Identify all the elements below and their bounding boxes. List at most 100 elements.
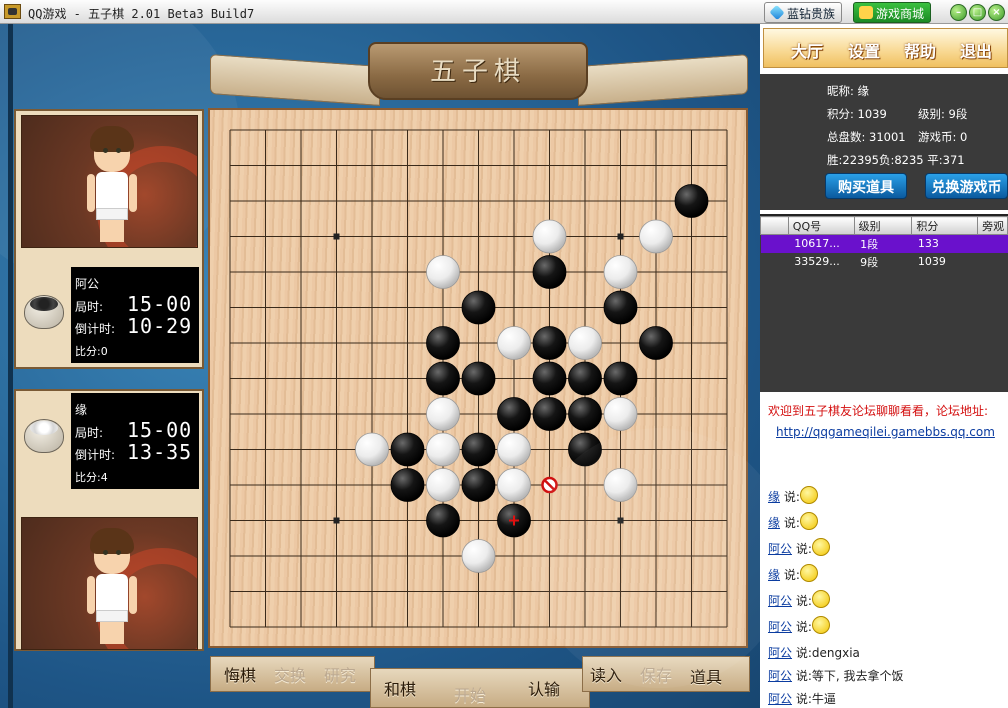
row-qq: 33529... <box>794 255 840 268</box>
close-button[interactable]: × <box>988 4 1005 21</box>
white-stone <box>568 326 602 360</box>
chat-message: 阿公 说: <box>768 615 830 637</box>
column-header-spectate[interactable]: 旁观 <box>977 216 1008 235</box>
chat-said: 说: <box>792 620 812 634</box>
star-point <box>617 233 624 240</box>
chat-message: 阿公 说:等下, 我去拿个饭 <box>768 667 904 684</box>
nav-exit[interactable]: 退出 <box>960 38 992 62</box>
column-header-icon[interactable] <box>760 216 789 235</box>
start-button[interactable]: 开始 <box>454 682 486 706</box>
undo-button[interactable]: 悔棋 <box>224 662 256 686</box>
tools-button[interactable]: 道具 <box>690 664 722 688</box>
swap-button[interactable]: 交换 <box>274 662 306 686</box>
row-points: 1039 <box>917 255 946 268</box>
game-time-value: 15-00 <box>127 292 193 316</box>
row-level: 1段 <box>854 234 912 253</box>
black-stone <box>497 397 531 431</box>
restore-button[interactable]: □ <box>969 4 986 21</box>
nav-lobby[interactable]: 大厅 <box>791 38 823 62</box>
white-stone <box>355 432 389 467</box>
black-stone <box>532 361 567 396</box>
white-stone <box>532 219 567 254</box>
player-table: QQ号 级别 积分 旁观 10617... 1段 133 33529... 9段… <box>760 216 1008 271</box>
black-stone <box>461 290 496 325</box>
board-grid[interactable] <box>210 110 746 646</box>
chat-log: 欢迎到五子棋友论坛聊聊看看，论坛地址: http://qqgameqilei.g… <box>760 392 1008 708</box>
white-stone <box>461 539 496 573</box>
chat-said: 说: <box>792 692 812 706</box>
star-point <box>617 517 624 524</box>
chat-said: 说: <box>792 542 812 556</box>
black-stone <box>532 397 567 431</box>
black-stone-bowl-icon <box>24 291 64 329</box>
smiley-icon <box>799 511 818 530</box>
countdown-label: 倒计时: <box>75 448 116 462</box>
nav-settings[interactable]: 设置 <box>848 38 880 62</box>
bag-icon <box>859 6 873 19</box>
white-stone <box>426 468 460 502</box>
chat-username[interactable]: 阿公 <box>768 542 792 556</box>
row-qq: 10617... <box>788 234 855 253</box>
smiley-icon <box>799 563 818 582</box>
minimize-button[interactable]: – <box>950 4 967 21</box>
mall-label: 游戏商城 <box>876 7 925 21</box>
chat-username[interactable]: 阿公 <box>768 669 792 683</box>
chat-message: 缘 说: <box>768 563 818 585</box>
table-row[interactable]: 33529... 9段 1039 <box>761 253 1008 271</box>
table-row[interactable]: 10617... 1段 133 <box>760 234 1008 253</box>
gomoku-board[interactable] <box>208 108 748 648</box>
black-stone <box>426 503 460 538</box>
white-stone <box>639 219 673 254</box>
row-points: 133 <box>911 234 978 253</box>
chat-text: 牛逼 <box>811 692 836 706</box>
save-button[interactable]: 保存 <box>640 662 672 686</box>
player-score: 比分:4 <box>75 471 108 484</box>
vip-button[interactable]: 蓝钻贵族 <box>764 2 843 23</box>
black-stone <box>426 361 460 396</box>
white-stone <box>497 432 531 467</box>
black-stone <box>532 255 567 289</box>
chat-username[interactable]: 阿公 <box>768 646 792 660</box>
chat-said: 说: <box>780 490 800 504</box>
column-header-qq[interactable]: QQ号 <box>787 216 855 235</box>
black-stone <box>603 290 638 325</box>
white-stone <box>603 468 638 502</box>
buy-items-button[interactable]: 购买道具 <box>825 173 907 199</box>
chat-message: 阿公 说:dengxia <box>768 644 860 661</box>
player-avatar[interactable] <box>21 115 198 248</box>
player-avatar[interactable] <box>21 517 198 650</box>
black-stone <box>461 468 496 502</box>
game-mall-button[interactable]: 游戏商城 <box>853 2 932 23</box>
player-list: QQ号 级别 积分 旁观 10617... 1段 133 33529... 9段… <box>760 214 1008 582</box>
white-stone <box>497 326 531 360</box>
chat-username[interactable]: 阿公 <box>768 692 792 706</box>
black-stone <box>568 361 602 396</box>
chat-username[interactable]: 阿公 <box>768 620 792 634</box>
minimize-icon: – <box>956 7 961 18</box>
game-time-value: 15-00 <box>127 418 193 442</box>
black-stone <box>568 397 602 431</box>
load-button[interactable]: 读入 <box>590 662 622 686</box>
resign-button[interactable]: 认输 <box>528 676 560 700</box>
nav-help[interactable]: 帮助 <box>904 38 936 62</box>
chat-message: 阿公 说: <box>768 589 830 611</box>
chat-username[interactable]: 阿公 <box>768 594 792 608</box>
chat-username[interactable]: 缘 <box>768 516 780 530</box>
avatar-figure <box>84 126 140 246</box>
chat-username[interactable]: 缘 <box>768 568 780 582</box>
exchange-coins-button[interactable]: 兑换游戏币 <box>925 173 1008 199</box>
chat-forum-link[interactable]: http://qqgameqilei.gamebbs.qq.com <box>776 425 995 439</box>
player-panel-black: 阿公 局时: 15-00 倒计时: 10-29 比分:0 <box>14 109 204 369</box>
player-info-box: 缘 局时: 15-00 倒计时: 13-35 比分:4 <box>71 393 199 489</box>
white-stone <box>603 397 638 431</box>
white-stone <box>603 255 638 289</box>
draw-button[interactable]: 和棋 <box>384 676 416 700</box>
column-header-level[interactable]: 级别 <box>853 216 913 235</box>
column-header-points[interactable]: 积分 <box>911 216 979 235</box>
black-stone <box>461 361 496 396</box>
chat-username[interactable]: 缘 <box>768 490 780 504</box>
study-button[interactable]: 研究 <box>324 662 356 686</box>
controls-bar-right <box>582 656 750 692</box>
chat-message: 阿公 说: <box>768 537 830 559</box>
game-time-label: 局时: <box>75 426 104 440</box>
